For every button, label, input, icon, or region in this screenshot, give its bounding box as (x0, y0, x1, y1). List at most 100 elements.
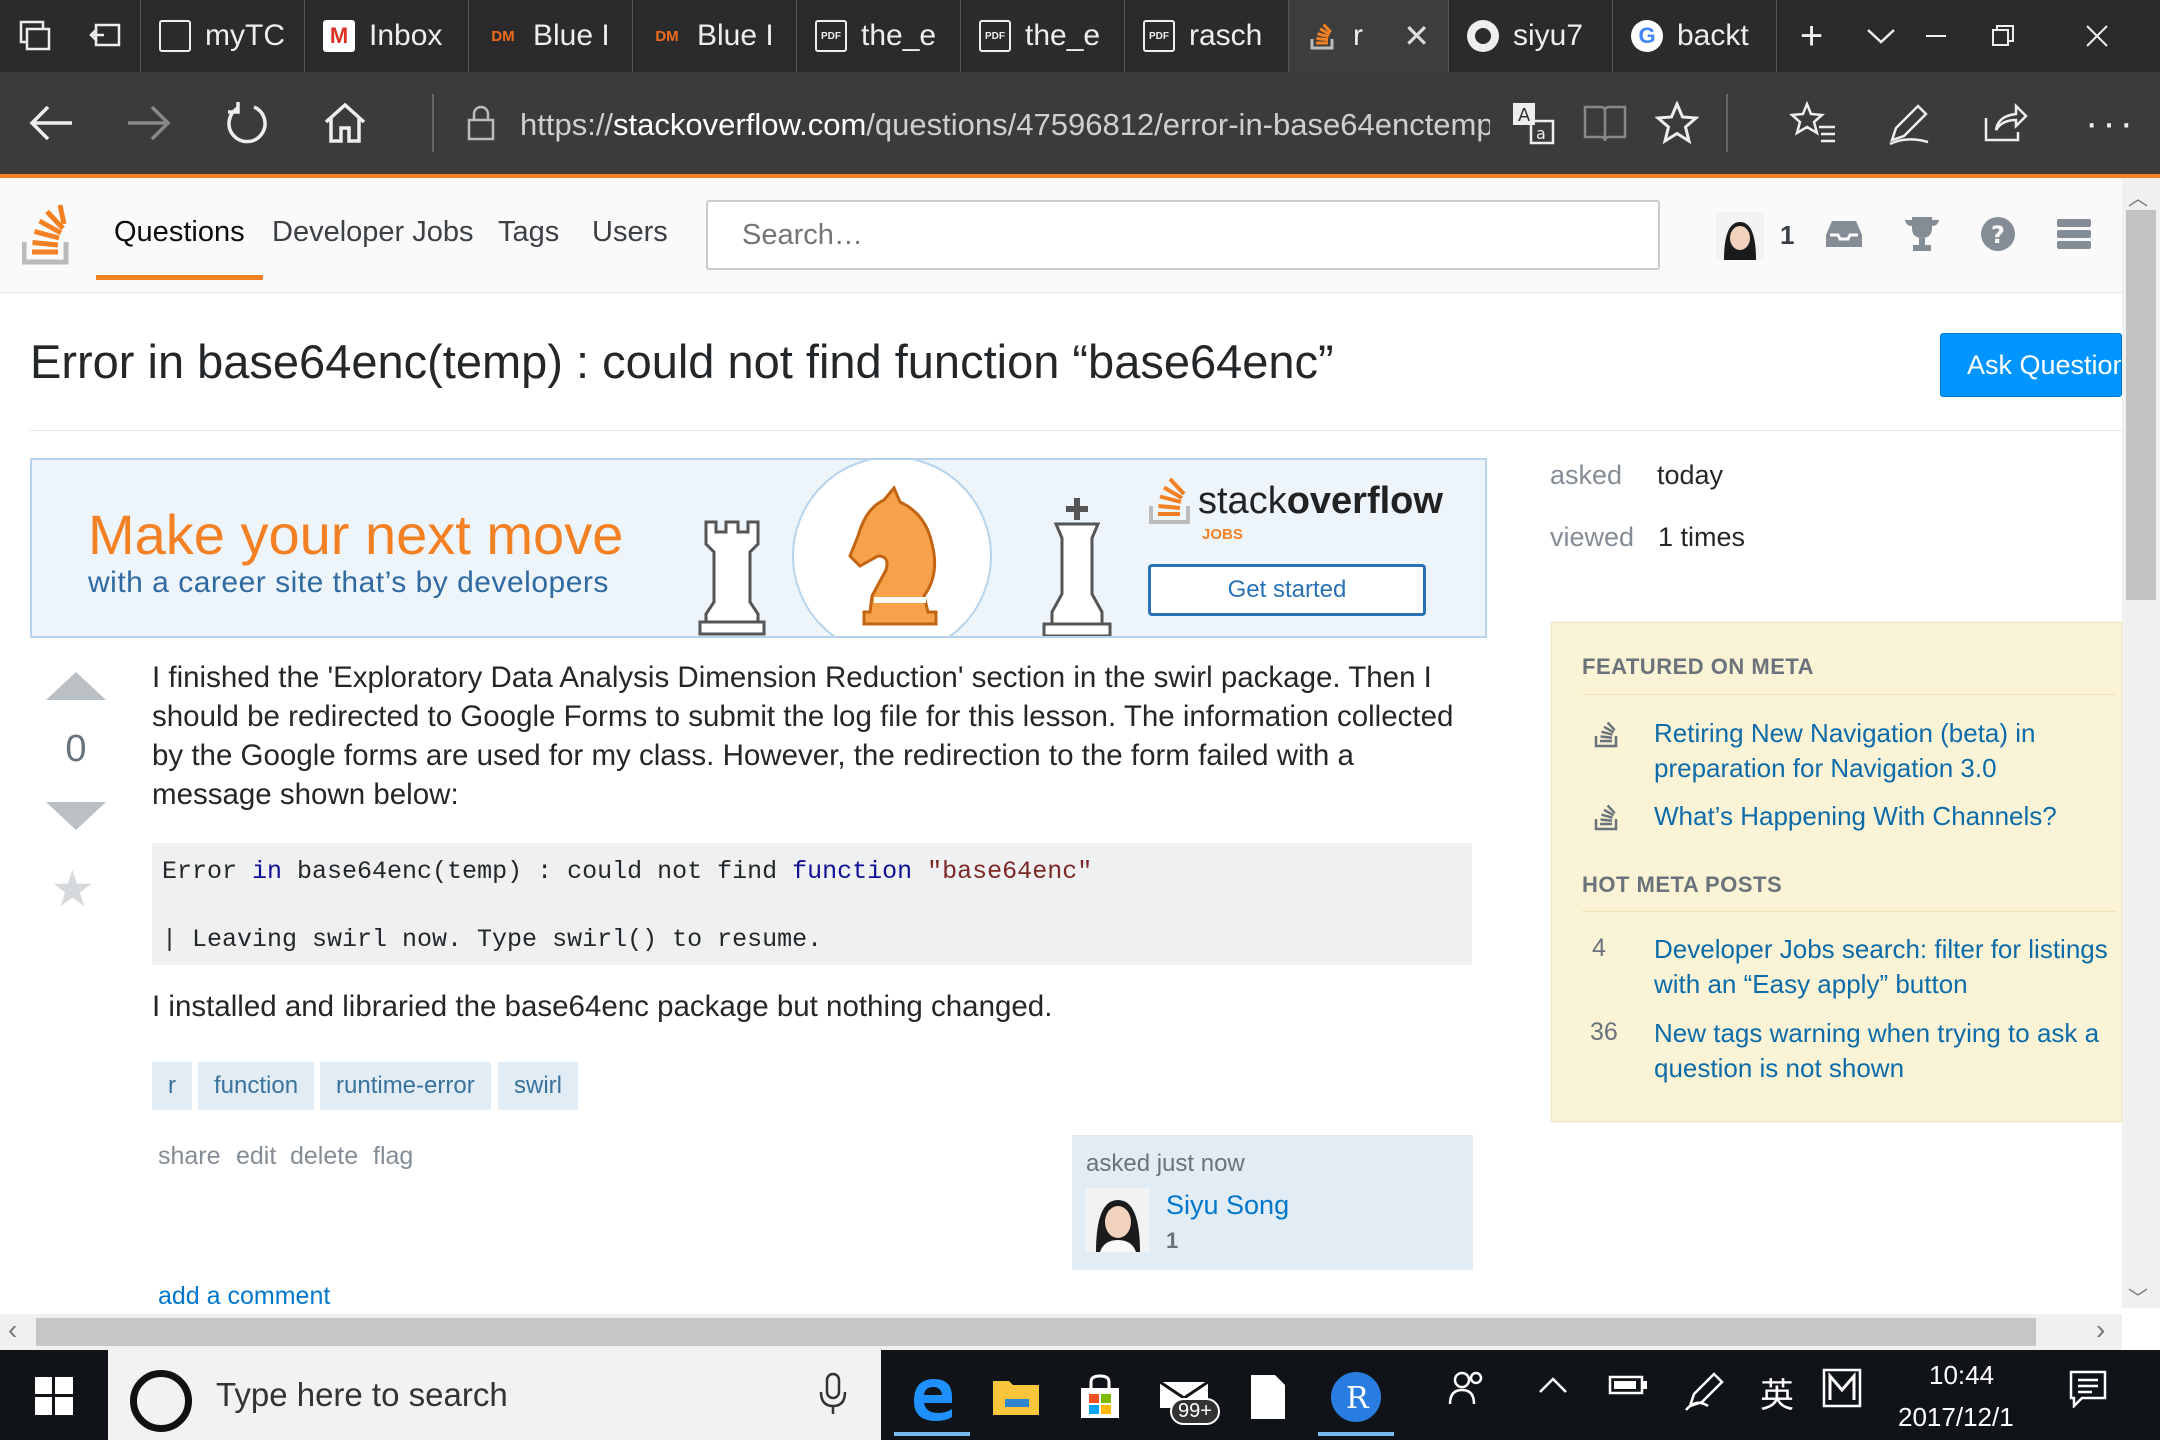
tray-chevron-up-icon[interactable] (1536, 1368, 1570, 1411)
taskbar-search-placeholder[interactable]: Type here to search (216, 1376, 508, 1414)
tab-mytc[interactable]: myTC (140, 0, 304, 72)
reading-view-icon[interactable] (1572, 90, 1638, 156)
tab-label: Blue I (533, 19, 610, 52)
scroll-up-icon[interactable]: ︿ (2128, 182, 2148, 211)
pen-workspace-icon[interactable] (1684, 1368, 1728, 1421)
tab-pdf-1[interactable]: PDF the_e (796, 0, 960, 72)
tabs-aside-icon[interactable] (70, 0, 140, 72)
favorite-star-icon[interactable]: ★ (50, 860, 95, 918)
close-window-icon[interactable] (2050, 0, 2144, 72)
stackoverflow-logo-icon[interactable] (21, 204, 74, 271)
tab-blue-2[interactable]: DM Blue I (632, 0, 796, 72)
nav-users[interactable]: Users (592, 216, 668, 249)
featured-link-1[interactable]: Retiring New Navigation (beta) in prepar… (1654, 716, 2120, 786)
tag-r[interactable]: r (152, 1062, 192, 1110)
action-center-icon[interactable] (2068, 1368, 2108, 1417)
store-icon[interactable] (1056, 1358, 1144, 1436)
code-line: | Leaving swirl now. Type swirl() to res… (162, 925, 823, 954)
refresh-icon[interactable] (214, 90, 280, 156)
web-note-pen-icon[interactable] (1876, 90, 1942, 156)
hot-post-link-2[interactable]: New tags warning when trying to ask a qu… (1654, 1016, 2120, 1086)
microphone-icon[interactable] (818, 1372, 848, 1425)
question-title[interactable]: Error in base64enc(temp) : could not fin… (30, 334, 1334, 389)
new-tab-icon[interactable]: + (1776, 0, 1846, 72)
document-icon[interactable] (1224, 1358, 1312, 1436)
ask-question-button[interactable]: Ask Question (1940, 333, 2122, 397)
site-switcher-icon[interactable] (2050, 210, 2098, 258)
clock-date[interactable]: 2017/12/1 (1898, 1402, 2014, 1433)
people-icon[interactable] (1448, 1368, 1488, 1417)
delete-link[interactable]: delete (290, 1142, 358, 1171)
avatar[interactable] (1716, 212, 1764, 260)
ime-mode-icon[interactable] (1822, 1368, 1862, 1417)
tab-stack-icon[interactable] (0, 0, 70, 72)
code-text: base64enc(temp) : could not find (282, 857, 793, 886)
jobs-ad-banner[interactable]: Make your next move with a career site t… (30, 458, 1487, 638)
owner-avatar[interactable] (1086, 1188, 1150, 1252)
file-explorer-icon[interactable] (972, 1358, 1060, 1436)
tab-pdf-2[interactable]: PDF the_e (960, 0, 1124, 72)
share-icon[interactable] (1972, 90, 2038, 156)
search-input[interactable] (706, 200, 1660, 270)
share-link[interactable]: share (158, 1142, 221, 1171)
vertical-scroll-thumb[interactable] (2126, 210, 2156, 600)
back-icon[interactable] (18, 90, 84, 156)
hot-post-count: 36 (1590, 1018, 1618, 1046)
windows-start-icon[interactable] (28, 1370, 80, 1422)
tab-google[interactable]: G backt (1612, 0, 1776, 72)
tab-label: myTC (205, 19, 285, 52)
cortana-icon[interactable] (130, 1370, 192, 1432)
address-bar[interactable]: https://stackoverflow.com/questions/4759… (520, 102, 1490, 148)
tab-label: the_e (861, 19, 937, 52)
forward-icon[interactable] (116, 90, 182, 156)
help-icon[interactable]: ? (1974, 210, 2022, 258)
edit-link[interactable]: edit (236, 1142, 276, 1171)
lock-icon[interactable] (448, 90, 514, 156)
restore-icon[interactable] (1956, 0, 2050, 72)
translate-icon[interactable]: Aa (1500, 90, 1566, 156)
tab-github[interactable]: siyu7 (1448, 0, 1612, 72)
downvote-arrow-icon[interactable] (46, 802, 106, 830)
home-icon[interactable] (312, 90, 378, 156)
achievements-trophy-icon[interactable] (1898, 210, 1946, 258)
favorite-star-icon[interactable] (1644, 90, 1710, 156)
inbox-icon[interactable] (1820, 210, 1868, 258)
tab-stackoverflow-active[interactable]: r ✕ (1288, 0, 1448, 72)
nav-tags[interactable]: Tags (498, 216, 559, 249)
tag-swirl[interactable]: swirl (498, 1062, 578, 1110)
tab-pdf-3[interactable]: PDF rasch (1124, 0, 1288, 72)
url-host: stackoverflow.com (613, 107, 867, 142)
more-options-icon[interactable]: ··· (2078, 90, 2144, 156)
battery-icon[interactable] (1608, 1368, 1648, 1411)
r-app-icon[interactable]: R (1312, 1358, 1400, 1436)
question-body-paragraph: I finished the 'Exploratory Data Analysi… (152, 661, 1454, 811)
close-tab-icon[interactable]: ✕ (1403, 17, 1430, 55)
tab-inbox[interactable]: M Inbox (304, 0, 468, 72)
featured-link-2[interactable]: What’s Happening With Channels? (1654, 799, 2120, 834)
add-comment-link[interactable]: add a comment (158, 1282, 330, 1311)
flag-link[interactable]: flag (373, 1142, 413, 1171)
minimize-icon[interactable] (1916, 0, 1956, 72)
tag-function[interactable]: function (198, 1062, 315, 1110)
ad-get-started-button[interactable]: Get started (1148, 564, 1426, 616)
clock-time[interactable]: 10:44 (1929, 1360, 1994, 1391)
owner-name-link[interactable]: Siyu Song (1166, 1190, 1289, 1221)
favorites-hub-icon[interactable] (1780, 90, 1846, 156)
nav-developer-jobs[interactable]: Developer Jobs (272, 216, 474, 249)
tab-blue-1[interactable]: DM Blue I (468, 0, 632, 72)
scroll-down-icon[interactable]: ﹀ (2128, 1282, 2148, 1311)
scroll-left-icon[interactable]: ‹ (8, 1314, 17, 1346)
upvote-arrow-icon[interactable] (46, 672, 106, 700)
tab-list-chevron-icon[interactable] (1846, 0, 1916, 72)
scroll-right-icon[interactable]: › (2096, 1314, 2105, 1346)
tab-label: backt (1677, 19, 1749, 52)
hot-post-link-1[interactable]: Developer Jobs search: filter for listin… (1654, 932, 2120, 1002)
mail-icon[interactable]: 99+ (1140, 1358, 1228, 1436)
ime-indicator[interactable]: 英 (1760, 1368, 1794, 1417)
horizontal-scroll-thumb[interactable] (36, 1318, 2036, 1346)
tag-runtime-error[interactable]: runtime-error (320, 1062, 491, 1110)
asked-time: asked just now (1086, 1150, 1245, 1177)
nav-questions[interactable]: Questions (96, 216, 263, 280)
ad-logo-text-b: overflow (1286, 480, 1443, 522)
edge-browser-icon[interactable] (888, 1358, 976, 1436)
